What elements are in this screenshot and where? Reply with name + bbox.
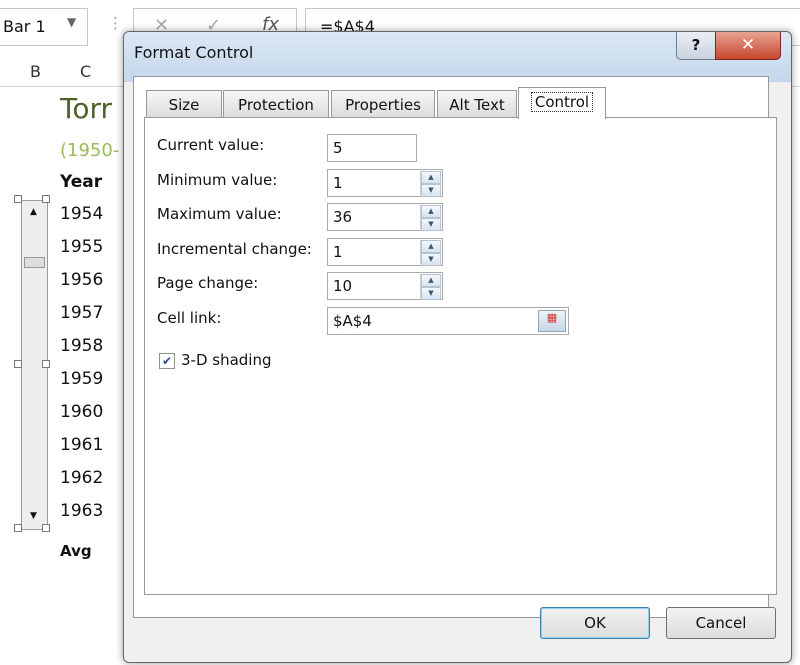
resize-handle[interactable]: [14, 360, 22, 368]
spin-down-icon[interactable]: ▼: [421, 218, 441, 231]
resize-handle[interactable]: [14, 195, 22, 203]
year-cell[interactable]: 1962: [60, 468, 103, 488]
column-header-c[interactable]: C: [80, 62, 91, 81]
year-cell[interactable]: 1961: [60, 435, 103, 455]
cancel-button[interactable]: Cancel: [666, 607, 776, 639]
year-cell[interactable]: 1956: [60, 270, 103, 290]
field-input[interactable]: 1 ▲ ▼: [327, 237, 443, 266]
close-button[interactable]: ✕: [715, 32, 781, 60]
field-label: Maximum value:: [157, 205, 282, 223]
spin-down-icon[interactable]: ▼: [421, 183, 441, 197]
spinner[interactable]: ▲ ▼: [420, 205, 441, 231]
scroll-thumb[interactable]: [24, 257, 45, 268]
resize-handle[interactable]: [42, 195, 50, 203]
year-cell[interactable]: 1958: [60, 336, 103, 356]
spin-up-icon[interactable]: ▲: [421, 274, 441, 287]
year-cell[interactable]: 1954: [60, 204, 103, 224]
format-control-dialog: Format Control ? ✕ Size Protection Prope…: [123, 31, 792, 663]
field-input[interactable]: 10 ▲ ▼: [327, 272, 443, 300]
sheet-title: Torr: [60, 92, 113, 125]
sheet-subtitle: (1950-: [60, 140, 120, 161]
year-cell[interactable]: 1960: [60, 402, 103, 422]
field-input[interactable]: 1 ▲ ▼: [327, 168, 443, 197]
field-input[interactable]: 36 ▲ ▼: [327, 203, 443, 231]
field-value: 36: [333, 208, 353, 226]
field-value: 10: [333, 277, 353, 295]
column-header-b[interactable]: B: [30, 62, 41, 81]
spinner[interactable]: ▲ ▼: [420, 274, 441, 300]
field-value: 5: [333, 139, 343, 157]
chevron-down-icon[interactable]: ▼: [67, 15, 76, 29]
3d-shading-label: 3-D shading: [181, 351, 272, 369]
help-button[interactable]: ?: [676, 32, 716, 60]
field-label: Current value:: [157, 136, 265, 154]
dialog-title: Format Control: [134, 43, 254, 62]
spin-down-icon[interactable]: ▼: [421, 252, 441, 266]
spinner[interactable]: ▲ ▼: [420, 170, 441, 197]
tab-properties[interactable]: Properties: [331, 90, 435, 117]
spinner[interactable]: ▲ ▼: [420, 239, 441, 266]
field-value: $A$4: [333, 311, 372, 330]
resize-handle[interactable]: [42, 360, 50, 368]
spin-up-icon[interactable]: ▲: [421, 170, 441, 184]
scroll-up-icon[interactable]: ▲: [30, 207, 37, 217]
tab-size[interactable]: Size: [146, 90, 222, 117]
year-cell[interactable]: 1955: [60, 237, 103, 257]
field-input[interactable]: 5: [327, 134, 417, 162]
name-box[interactable]: Bar 1 ▼: [0, 8, 88, 46]
tab-control[interactable]: Control: [518, 87, 606, 119]
spin-down-icon[interactable]: ▼: [421, 287, 441, 300]
field-input[interactable]: $A$4 ▦: [327, 306, 569, 335]
year-cell[interactable]: 1959: [60, 369, 103, 389]
range-select-icon[interactable]: ▦: [538, 309, 566, 332]
tab-protection[interactable]: Protection: [223, 90, 329, 117]
avg-label: Avg: [60, 542, 92, 560]
field-label: Cell link:: [157, 308, 222, 327]
drag-handle-icon: ⋮: [108, 14, 123, 32]
field-value: 1: [333, 242, 343, 261]
year-header: Year: [60, 172, 103, 192]
field-value: 1: [333, 173, 343, 192]
resize-handle[interactable]: [14, 524, 22, 532]
tab-alt-text[interactable]: Alt Text: [437, 90, 517, 117]
year-cell[interactable]: 1963: [60, 501, 103, 521]
field-label: Page change:: [157, 274, 259, 292]
field-label: Incremental change:: [157, 239, 312, 258]
field-label: Minimum value:: [157, 170, 278, 189]
3d-shading-checkbox[interactable]: ✔: [159, 353, 175, 369]
control-panel: Current value: 5 Minimum value: 1 ▲ ▼ Maximum …: [144, 117, 777, 595]
resize-handle[interactable]: [42, 524, 50, 532]
scroll-down-icon[interactable]: ▼: [30, 511, 37, 521]
spin-up-icon[interactable]: ▲: [421, 205, 441, 218]
ok-button[interactable]: OK: [540, 607, 650, 639]
spin-up-icon[interactable]: ▲: [421, 239, 441, 253]
year-cell[interactable]: 1957: [60, 303, 103, 323]
